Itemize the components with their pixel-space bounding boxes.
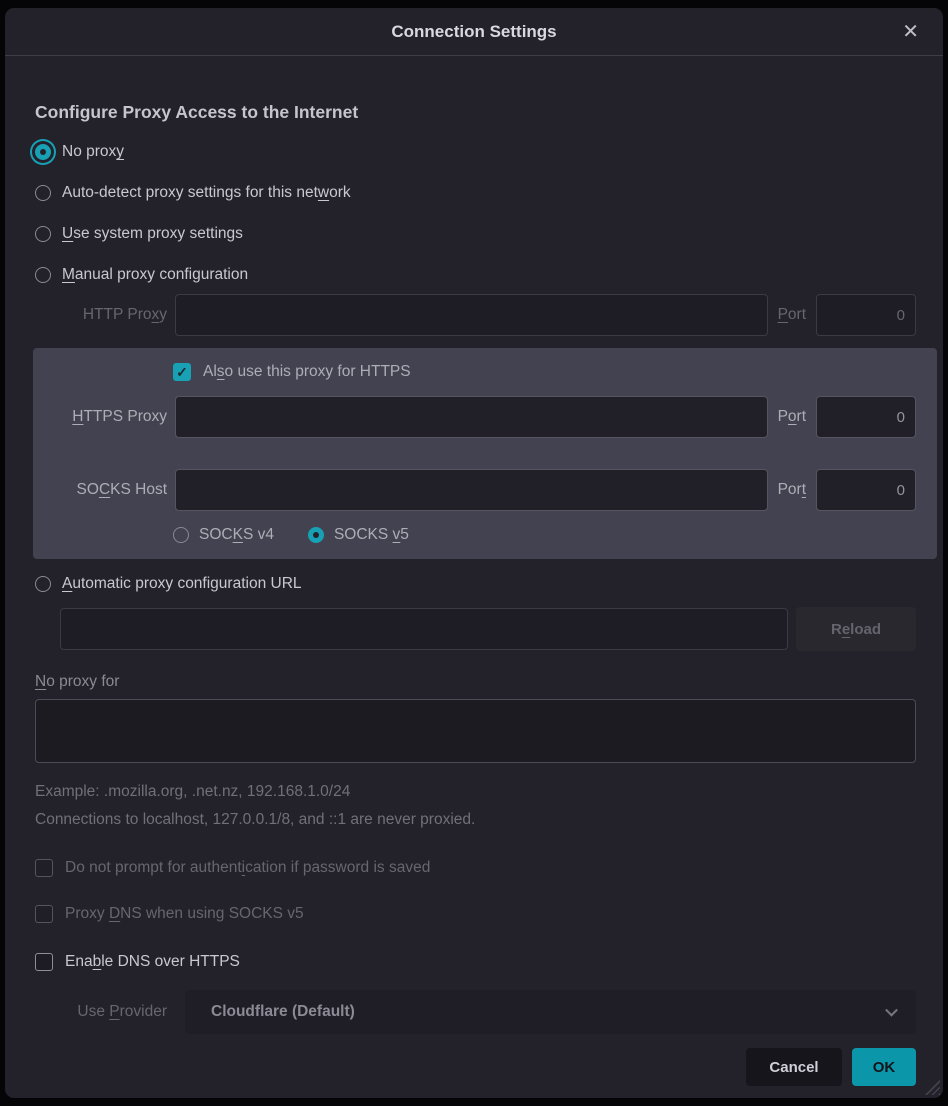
dialog-content: Configure Proxy Access to the Internet N… (5, 56, 943, 1098)
also-use-https-checkbox-row[interactable]: ✓ Also use this proxy for HTTPS (173, 360, 916, 384)
https-proxy-input[interactable] (175, 396, 768, 438)
use-provider-label: Use Provider (35, 1003, 167, 1021)
radio-socks-v4-label[interactable]: SOCKS v4 (199, 526, 274, 544)
socks-host-row: SOCKS Host Port (35, 469, 916, 511)
http-port-label: Port (778, 306, 806, 324)
doh-provider-value: Cloudflare (Default) (211, 1003, 355, 1021)
http-port-input (816, 294, 916, 336)
socks-host-label: SOCKS Host (35, 481, 167, 499)
checkbox-checked-icon: ✓ (173, 363, 191, 381)
https-port-label: Port (778, 408, 806, 426)
enable-doh-label: Enable DNS over HTTPS (65, 953, 240, 971)
proxy-dns-socks5-label: Proxy DNS when using SOCKS v5 (65, 905, 304, 923)
enable-doh-checkbox-row[interactable]: Enable DNS over HTTPS (35, 950, 916, 974)
socks-host-input[interactable] (175, 469, 768, 511)
checkbox-unchecked-icon (35, 905, 53, 923)
https-proxy-row: HTTPS Proxy Port (35, 396, 916, 438)
checkbox-unchecked-icon (35, 953, 53, 971)
no-auth-prompt-checkbox-row: Do not prompt for authentication if pass… (35, 856, 916, 880)
proxy-dns-socks5-checkbox-row: Proxy DNS when using SOCKS v5 (35, 902, 916, 926)
connection-settings-dialog: Connection Settings ✕ Configure Proxy Ac… (5, 8, 943, 1098)
page-title: Configure Proxy Access to the Internet (35, 102, 916, 123)
https-proxy-label: HTTPS Proxy (35, 408, 167, 426)
radio-pac-url-label: Automatic proxy configuration URL (62, 575, 302, 593)
example-text: Example: .mozilla.org, .net.nz, 192.168.… (35, 783, 916, 801)
radio-unselected-icon (35, 267, 51, 283)
radio-auto-detect[interactable]: Auto-detect proxy settings for this netw… (35, 180, 916, 206)
localhost-note-text: Connections to localhost, 127.0.0.1/8, a… (35, 811, 916, 829)
radio-manual-proxy-label: Manual proxy configuration (62, 266, 248, 284)
no-proxy-for-label: No proxy for (35, 673, 916, 691)
radio-system-proxy-label: Use system proxy settings (62, 225, 243, 243)
checkbox-unchecked-icon (35, 859, 53, 877)
radio-system-proxy[interactable]: Use system proxy settings (35, 221, 916, 247)
radio-selected-icon (35, 144, 51, 160)
doh-provider-row: Use Provider Cloudflare (Default) (35, 990, 916, 1034)
radio-unselected-icon[interactable] (173, 527, 189, 543)
close-icon[interactable]: ✕ (898, 20, 923, 44)
chevron-down-icon (885, 1004, 898, 1017)
radio-no-proxy[interactable]: No proxy (35, 139, 916, 165)
also-use-https-label: Also use this proxy for HTTPS (203, 363, 411, 381)
https-socks-highlight-panel: ✓ Also use this proxy for HTTPS HTTPS Pr… (33, 348, 937, 559)
reload-button: Reload (796, 607, 916, 651)
socks-port-label: Port (778, 481, 806, 499)
socks-port-input[interactable] (816, 469, 916, 511)
radio-unselected-icon (35, 576, 51, 592)
doh-provider-dropdown: Cloudflare (Default) (185, 990, 916, 1034)
radio-unselected-icon (35, 226, 51, 242)
https-port-input[interactable] (816, 396, 916, 438)
socks-version-row: SOCKS v4 SOCKS v5 (173, 523, 916, 547)
no-proxy-for-textarea[interactable] (35, 699, 916, 763)
cancel-button[interactable]: Cancel (746, 1048, 842, 1086)
radio-no-proxy-label: No proxy (62, 143, 124, 161)
radio-manual-proxy[interactable]: Manual proxy configuration (35, 262, 916, 288)
dialog-footer: Cancel OK (35, 1048, 916, 1086)
http-proxy-input (175, 294, 768, 336)
no-auth-prompt-label: Do not prompt for authentication if pass… (65, 859, 430, 877)
radio-socks-v5-label[interactable]: SOCKS v5 (334, 526, 409, 544)
radio-auto-detect-label: Auto-detect proxy settings for this netw… (62, 184, 351, 202)
dialog-titlebar: Connection Settings ✕ (5, 8, 943, 56)
pac-url-input (60, 608, 788, 650)
http-proxy-label: HTTP Proxy (35, 306, 167, 324)
ok-button[interactable]: OK (852, 1048, 916, 1086)
http-proxy-row: HTTP Proxy Port (35, 294, 916, 336)
radio-selected-icon[interactable] (308, 527, 324, 543)
pac-url-row: Reload (60, 607, 916, 651)
radio-unselected-icon (35, 185, 51, 201)
radio-pac-url[interactable]: Automatic proxy configuration URL (35, 571, 916, 597)
dialog-title: Connection Settings (391, 22, 556, 42)
